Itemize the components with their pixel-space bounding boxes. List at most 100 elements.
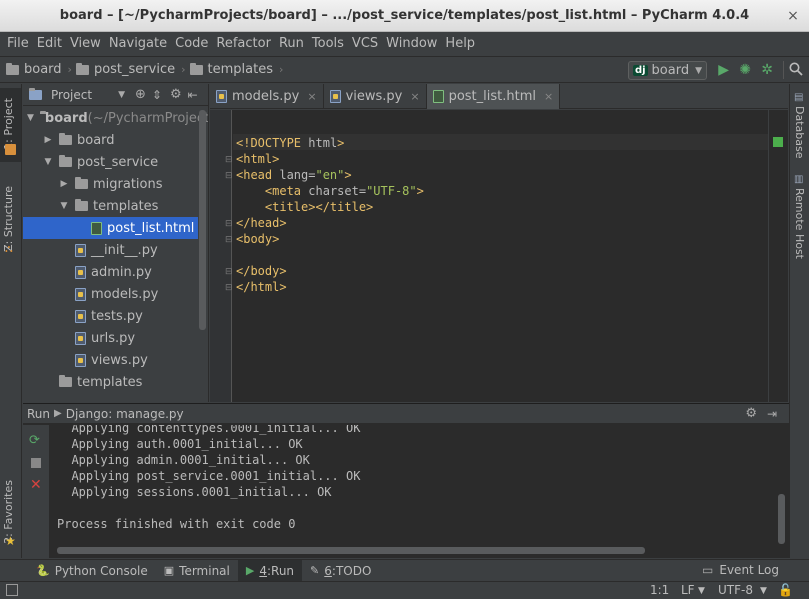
project-tool-icon (5, 144, 16, 155)
tree-item[interactable]: post_list.html (23, 217, 198, 239)
collapse-arrow-icon[interactable]: ▶ (43, 135, 53, 145)
expand-arrow-icon[interactable]: ▼ (43, 157, 53, 167)
fold-marker-icon[interactable]: ⊟ (225, 155, 233, 165)
code-content[interactable]: <!DOCTYPE html> <html> <head lang="en"> <m… (236, 135, 424, 295)
editor-tab[interactable]: views.py × (324, 84, 427, 109)
remote-host-tool-tab[interactable]: Remote Host (793, 188, 806, 259)
collapse-all-icon[interactable]: ⇕ (152, 88, 162, 102)
run-button[interactable]: ▶ (718, 62, 729, 78)
folder-icon (59, 133, 72, 145)
editor-scrollbar[interactable] (768, 110, 788, 402)
tree-item[interactable]: models.py (23, 283, 208, 305)
console-horizontal-scrollbar[interactable] (57, 547, 645, 554)
menu-file[interactable]: File (3, 36, 33, 51)
tree-item[interactable]: admin.py (23, 261, 208, 283)
project-view-selector[interactable]: Project (51, 88, 92, 102)
project-panel-header: Project ▼ ⊕ ⇕ ⚙ ⇤ (23, 84, 208, 106)
code-line: </head> (236, 216, 287, 230)
tool-window-button[interactable]: 🐍 Python Console (28, 560, 156, 582)
hide-panel-icon[interactable]: ⇥ (767, 407, 777, 421)
console-output[interactable]: Applying contenttypes.0001_initial... OK… (57, 425, 767, 543)
breadcrumb-post-service[interactable]: post_service › (75, 62, 186, 77)
tree-item-label: views.py (91, 352, 148, 368)
console-vertical-scrollbar[interactable] (778, 494, 785, 544)
project-scrollbar[interactable] (199, 110, 206, 330)
folder-icon (75, 199, 88, 211)
stop-icon[interactable] (31, 458, 41, 468)
event-log-label: Event Log (719, 563, 779, 577)
menu-navigate[interactable]: Navigate (105, 36, 171, 51)
menu-vcs[interactable]: VCS (348, 36, 382, 51)
coverage-icon[interactable]: ✲ (761, 62, 773, 78)
caret-position[interactable]: 1:1 (650, 583, 669, 597)
settings-gear-icon[interactable]: ⚙ (745, 406, 757, 421)
tool-window-button[interactable]: ✎ 6: TODO (302, 560, 379, 582)
settings-gear-icon[interactable]: ⚙ (170, 87, 182, 102)
close-tab-icon[interactable]: × (410, 90, 419, 103)
tree-item[interactable]: tests.py (23, 305, 208, 327)
collapse-arrow-icon[interactable]: ▶ (59, 179, 69, 189)
breadcrumb-templates[interactable]: templates › (189, 62, 284, 77)
fold-marker-icon[interactable]: ⊟ (225, 235, 233, 245)
locate-target-icon[interactable]: ⊕ (135, 87, 146, 102)
tool-window-label: Python Console (54, 563, 148, 578)
tree-item[interactable]: ▼ templates (23, 195, 208, 217)
run-configuration-dropdown[interactable]: dj board ▼ (627, 61, 707, 80)
editor-tab[interactable]: models.py × (210, 84, 324, 109)
run-config-tab[interactable]: Django: manage.py (66, 407, 184, 421)
rerun-icon[interactable]: ⟳ (29, 433, 40, 448)
menu-run[interactable]: Run (275, 36, 308, 51)
expand-arrow-icon[interactable]: ▼ (59, 201, 69, 211)
close-tab-icon[interactable]: × (544, 90, 553, 103)
editor-tab-label: models.py (232, 89, 300, 104)
code-editor[interactable]: ⊟ ⊟ ⊟ ⊟ ⊟ ⊟ <!DOCTYPE html> <html> <head l… (210, 110, 788, 402)
inspection-ok-indicator[interactable] (773, 137, 783, 147)
tree-item[interactable]: ▼ post_service (23, 151, 208, 173)
fold-marker-icon[interactable]: ⊟ (225, 283, 233, 293)
menu-tools[interactable]: Tools (308, 36, 348, 51)
code-line: <head lang="en"> (236, 168, 352, 182)
tool-window-number: 6 (324, 563, 332, 578)
debug-bug-icon[interactable]: ✺ (739, 62, 751, 78)
status-toggle-icon[interactable] (6, 584, 18, 596)
close-tab-icon[interactable]: × (307, 90, 316, 103)
line-separator[interactable]: LF (681, 583, 695, 597)
file-encoding[interactable]: UTF-8 (718, 583, 753, 597)
todo-icon: ✎ (310, 564, 320, 577)
hide-panel-icon[interactable]: ⇤ (188, 88, 198, 102)
lock-icon[interactable]: 🔓 (778, 583, 793, 597)
tree-item[interactable]: __init__.py (23, 239, 208, 261)
database-tool-tab[interactable]: Database (793, 106, 806, 159)
breadcrumb-board[interactable]: board › (6, 62, 72, 77)
menu-edit[interactable]: Edit (33, 36, 66, 51)
right-tool-stripe: ▤ Database ▥ Remote Host (789, 84, 809, 558)
editor-tab[interactable]: post_list.html × (426, 84, 561, 109)
tool-window-button[interactable]: ▶ 4: Run (237, 559, 303, 582)
tool-window-button[interactable]: ▣ Terminal (156, 560, 238, 582)
tree-item[interactable]: templates (23, 371, 208, 393)
close-icon[interactable]: ✕ (30, 477, 42, 493)
tree-item[interactable]: ▶ board (23, 129, 208, 151)
search-everywhere-icon[interactable] (789, 62, 803, 80)
menu-view[interactable]: View (66, 36, 105, 51)
fold-marker-icon[interactable]: ⊟ (225, 219, 233, 229)
tree-item[interactable]: ▶ migrations (23, 173, 208, 195)
console-line: Applying post_service.0001_initial... OK (57, 469, 361, 483)
menu-help[interactable]: Help (441, 36, 479, 51)
menu-code[interactable]: Code (171, 36, 212, 51)
chevron-right-icon: › (278, 63, 284, 76)
window-close-button[interactable]: × (785, 8, 801, 24)
chevron-down-icon[interactable]: ▼ (118, 90, 125, 100)
fold-marker-icon[interactable]: ⊟ (225, 267, 233, 277)
menu-window[interactable]: Window (382, 36, 441, 51)
fold-marker-icon[interactable]: ⊟ (225, 171, 233, 181)
tree-item[interactable]: ▼ board (~/PycharmProjects/board) (23, 107, 208, 129)
menu-refactor[interactable]: Refactor (212, 36, 275, 51)
expand-arrow-icon[interactable]: ▼ (27, 113, 34, 123)
code-line: <body> (236, 232, 280, 246)
event-log-button[interactable]: ▭ Event Log (702, 563, 779, 577)
tree-item[interactable]: urls.py (23, 327, 208, 349)
code-line: </body> (236, 264, 287, 278)
tree-item[interactable]: views.py (23, 349, 208, 371)
